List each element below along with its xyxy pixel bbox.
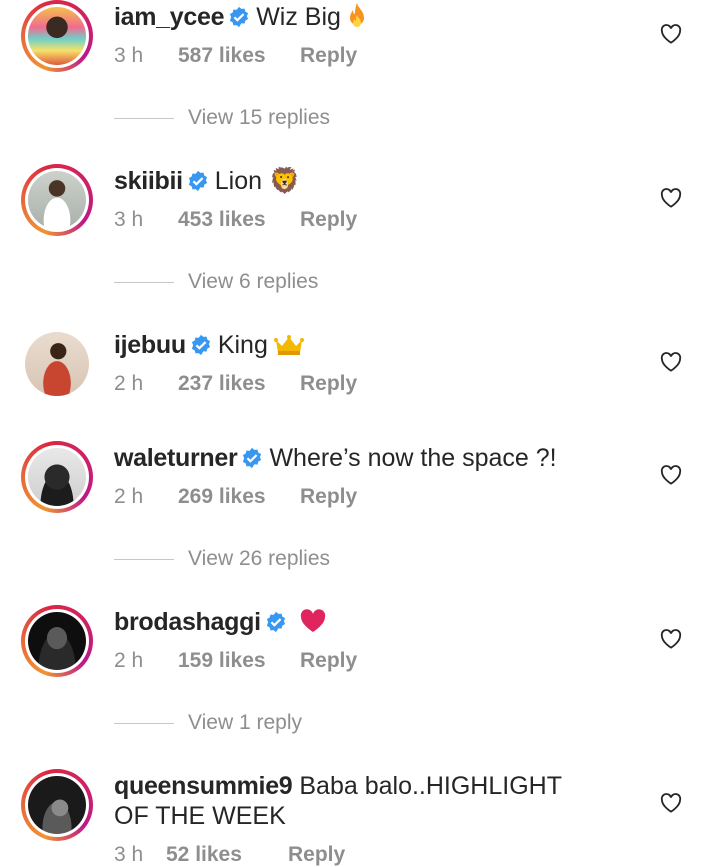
view-replies-label: View 26 replies (188, 547, 331, 570)
likes-count[interactable]: 587 likes (178, 44, 300, 68)
likes-count[interactable]: 52 likes (166, 843, 288, 867)
reply-button[interactable]: Reply (300, 372, 357, 396)
reply-button[interactable]: Reply (288, 843, 345, 867)
comment-time: 2 h (114, 372, 144, 395)
avatar[interactable] (21, 769, 93, 841)
likes-count[interactable]: 237 likes (178, 372, 300, 396)
comment-time: 2 h (114, 649, 144, 672)
avatar-photo (28, 776, 86, 834)
comment-time: 2 h (114, 485, 144, 508)
comment-text: King (217, 331, 268, 359)
verified-badge-icon (266, 611, 285, 633)
reply-button[interactable]: Reply (300, 649, 357, 673)
verified-badge-icon (191, 334, 210, 356)
comment-text: Where’s now the space ?! (269, 444, 557, 472)
avatar-photo (28, 7, 86, 65)
username[interactable]: ijebuu (114, 331, 186, 359)
fire-emoji-icon (349, 3, 364, 27)
likes-count[interactable]: 453 likes (178, 208, 300, 232)
view-replies-label: View 6 replies (188, 270, 319, 293)
like-heart-icon[interactable] (660, 629, 682, 649)
view-replies-label: View 15 replies (188, 106, 331, 129)
avatar-photo (28, 448, 86, 506)
comment-time: 3 h (114, 208, 144, 231)
username[interactable]: skiibii (114, 167, 183, 195)
like-heart-icon[interactable] (660, 24, 682, 44)
view-replies-label: View 1 reply (188, 711, 303, 734)
avatar-photo (28, 612, 86, 670)
avatar[interactable] (21, 164, 93, 236)
avatar-photo (28, 171, 86, 229)
reply-button[interactable]: Reply (300, 208, 357, 232)
like-heart-icon[interactable] (660, 465, 682, 485)
username[interactable]: iam_ycee (114, 3, 225, 31)
avatar[interactable] (21, 441, 93, 513)
verified-badge-icon (188, 170, 207, 192)
avatar[interactable] (21, 605, 93, 677)
red-heart-emoji-icon (300, 609, 325, 632)
like-heart-icon[interactable] (660, 352, 682, 372)
divider-line (114, 558, 174, 560)
reply-button[interactable]: Reply (300, 485, 357, 509)
username[interactable]: brodashaggi (114, 608, 261, 636)
avatar[interactable] (21, 328, 93, 400)
view-replies-link[interactable]: View 6 replies (114, 270, 318, 294)
divider-line (114, 281, 174, 283)
view-replies-link[interactable]: View 26 replies (114, 547, 330, 571)
likes-count[interactable]: 159 likes (178, 649, 300, 673)
view-replies-link[interactable]: View 1 reply (114, 711, 302, 735)
like-heart-icon[interactable] (660, 188, 682, 208)
divider-line (114, 117, 174, 119)
divider-line (114, 722, 174, 724)
likes-count[interactable]: 269 likes (178, 485, 300, 509)
like-heart-icon[interactable] (660, 793, 682, 813)
comment-text: Wiz Big (256, 3, 341, 31)
avatar[interactable] (21, 0, 93, 72)
view-replies-link[interactable]: View 15 replies (114, 106, 330, 130)
username[interactable]: queensummie9 (114, 772, 293, 800)
avatar-photo (25, 332, 89, 396)
comment-time: 3 h (114, 44, 144, 67)
verified-badge-icon (243, 447, 262, 469)
comment-text: Lion 🦁 (214, 167, 301, 195)
verified-badge-icon (230, 6, 249, 28)
reply-button[interactable]: Reply (300, 44, 357, 68)
username[interactable]: waleturner (114, 444, 238, 472)
comment-time: 3 h (114, 843, 144, 866)
crown-emoji-icon (273, 335, 304, 355)
